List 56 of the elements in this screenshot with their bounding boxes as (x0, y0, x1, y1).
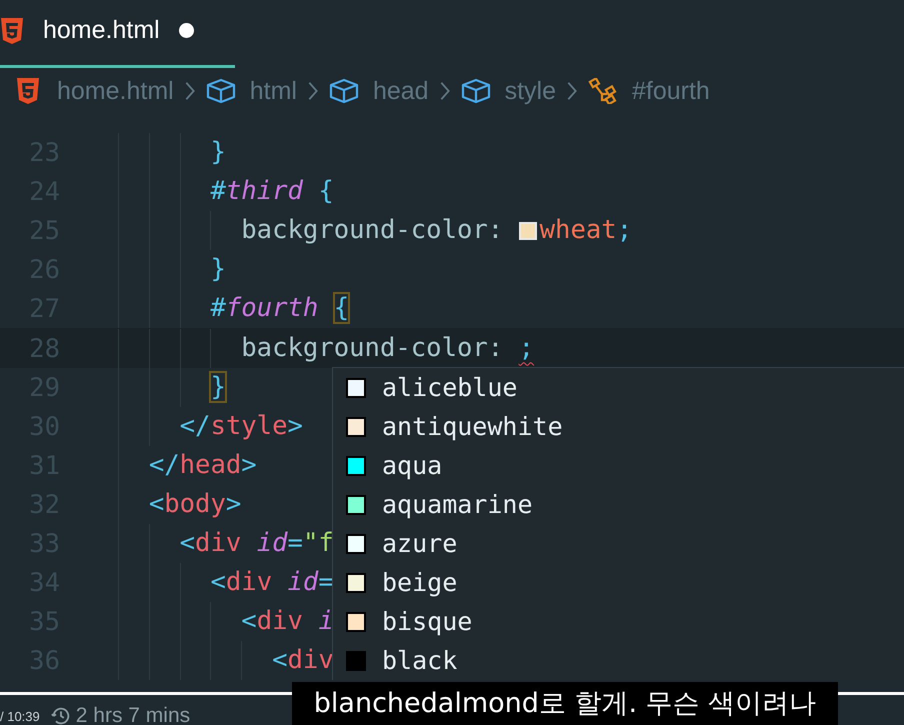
suggestion-item[interactable]: beige (382, 568, 458, 597)
string-value: "f (302, 530, 334, 556)
code-symbol: = (288, 530, 303, 556)
cube-icon (328, 78, 359, 104)
selector-name: fourth (226, 296, 318, 322)
selector-name: third (226, 178, 303, 204)
tag-name: div (226, 570, 272, 596)
chevron-icon (566, 80, 578, 102)
code-symbol: } (209, 140, 226, 166)
suggestion-item[interactable]: antiquewhite (382, 412, 563, 441)
property-name: background-color: (240, 336, 504, 362)
cube-icon (460, 78, 491, 104)
remaining-time: 2 hrs 7 mins (76, 704, 190, 725)
tag-name: head (180, 452, 242, 478)
code-symbol: </ (148, 452, 180, 478)
code-symbol: < (240, 608, 257, 634)
attribute-name: id (286, 570, 318, 596)
subtitle-caption: blanchedalmond로 할게. 무슨 색이려나 (292, 682, 838, 725)
code-symbol: < (209, 570, 226, 596)
property-name: background-color: (240, 218, 504, 244)
attribute-name: id (256, 530, 288, 556)
code-symbol: > (288, 414, 303, 440)
code-symbol: < (271, 648, 288, 674)
video-time: / 10:39 (0, 708, 40, 724)
suggestion-item[interactable]: aliceblue (382, 373, 518, 402)
chevron-icon (306, 80, 319, 102)
chevron-icon (184, 80, 196, 102)
code-symbol: ; (616, 218, 632, 244)
tag-name: div (195, 530, 242, 556)
code-symbol: = (318, 570, 334, 596)
tag-name: style (210, 414, 288, 440)
attribute-name: i (317, 608, 334, 634)
tag-name: div (288, 648, 334, 674)
tag-name: body (164, 492, 226, 518)
code-symbol: # (209, 178, 226, 204)
property-value: wheat (540, 218, 617, 244)
code-symbol: { (317, 178, 334, 204)
code-symbol: < (148, 492, 164, 518)
suggestion-item[interactable]: azure (382, 529, 458, 558)
suggestion-item[interactable]: aquamarine (382, 490, 533, 519)
chevron-icon (438, 80, 451, 102)
code-symbol: > (226, 492, 242, 518)
suggestion-item[interactable]: bisque (382, 607, 472, 636)
symbol-icon (588, 78, 618, 104)
editor-tab[interactable]: home.html (0, 0, 235, 68)
code-symbol: < (178, 530, 196, 556)
code-symbol: > (241, 452, 257, 478)
code-symbol: } (209, 256, 226, 282)
code-symbol: # (209, 296, 226, 322)
code-symbol: </ (178, 414, 210, 440)
tag-name: div (256, 608, 303, 634)
history-icon (50, 705, 72, 725)
code-symbol: ; (518, 336, 534, 362)
cube-icon (206, 78, 236, 104)
suggestion-item[interactable]: aqua (382, 451, 442, 480)
suggestion-item[interactable]: black (382, 646, 458, 675)
